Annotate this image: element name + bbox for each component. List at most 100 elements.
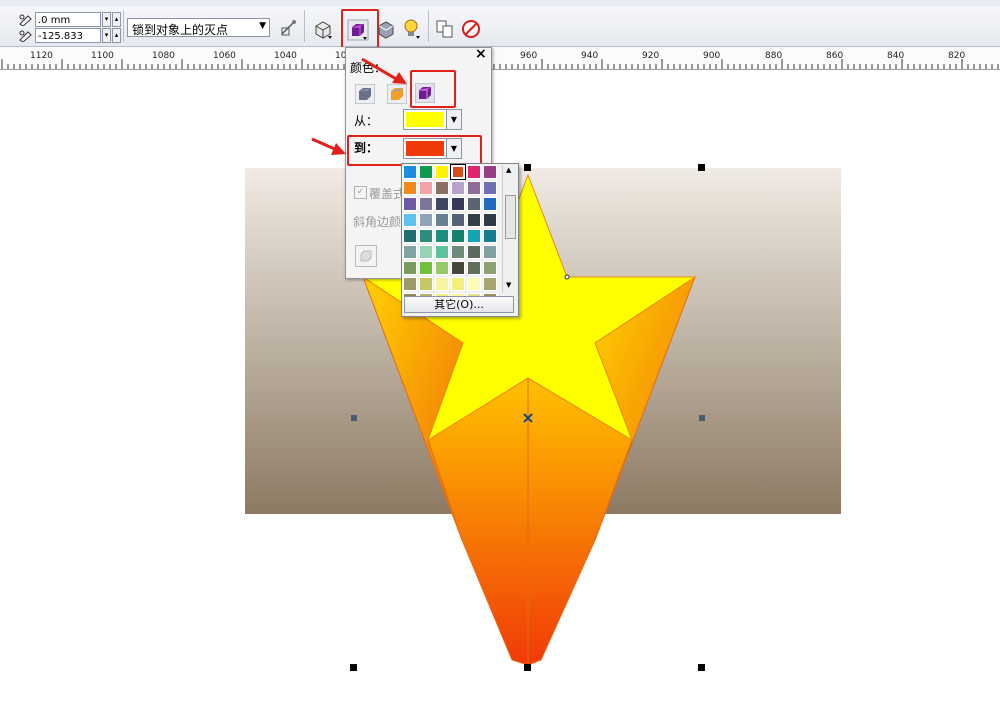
overlay-label: 覆盖式: [369, 187, 406, 201]
vanishing-point-select[interactable]: 锁到对象上的灭点 ▼: [127, 18, 270, 37]
color-swatch[interactable]: [467, 213, 481, 227]
ruler-label: 940: [581, 51, 599, 61]
color-swatch[interactable]: [435, 277, 449, 291]
y-position-input[interactable]: -125.833 mm: [35, 28, 101, 57]
ruler-label: 960: [520, 51, 538, 61]
color-swatch[interactable]: [483, 277, 497, 291]
chevron-down-icon: ▼: [259, 21, 266, 31]
vanishing-point-select-label: 锁到对象上的灭点: [132, 23, 229, 37]
from-color-picker[interactable]: ▼: [403, 109, 462, 130]
lighting-icon[interactable]: [402, 18, 422, 40]
color-swatch[interactable]: [419, 277, 433, 291]
color-swatch[interactable]: [403, 277, 417, 291]
scroll-down-icon[interactable]: ▼: [506, 281, 511, 289]
color-title: 颜色：: [350, 61, 387, 75]
color-swatch[interactable]: [419, 197, 433, 211]
color-swatch[interactable]: [403, 245, 417, 259]
color-swatch[interactable]: [483, 165, 497, 179]
color-swatch[interactable]: [467, 277, 481, 291]
scroll-thumb[interactable]: [505, 195, 516, 239]
extrude-color-icon[interactable]: [347, 19, 369, 41]
toolbar-divider: [304, 10, 305, 42]
bevel-color-button[interactable]: [355, 245, 377, 267]
color-swatch[interactable]: [483, 197, 497, 211]
color-swatch[interactable]: [451, 277, 465, 291]
color-swatch[interactable]: [419, 165, 433, 179]
x-position-input[interactable]: .0 mm: [35, 12, 101, 27]
color-swatch[interactable]: [451, 213, 465, 227]
palette-scrollbar[interactable]: ▲ ▼: [502, 165, 517, 293]
color-swatch[interactable]: [483, 213, 497, 227]
selection-handle[interactable]: [350, 664, 357, 671]
color-swatch[interactable]: [483, 181, 497, 195]
color-swatch[interactable]: [451, 245, 465, 259]
horizontal-ruler[interactable]: 1120 1100 1080 1060 1040 10 960 940 920 …: [0, 47, 1000, 70]
y-spin-button[interactable]: ▾: [102, 28, 111, 43]
swatch-grid: [403, 164, 501, 307]
color-swatch[interactable]: [451, 229, 465, 243]
selection-handle[interactable]: [698, 664, 705, 671]
color-swatch[interactable]: [435, 229, 449, 243]
color-swatch[interactable]: [451, 261, 465, 275]
shade-icon[interactable]: [387, 84, 407, 104]
color-swatch[interactable]: [435, 245, 449, 259]
to-color-picker[interactable]: ▼: [403, 138, 462, 159]
x-step-button[interactable]: ▴: [112, 12, 121, 27]
extrude-rotate-icon[interactable]: [313, 19, 333, 39]
share-vanish-point-icon[interactable]: [279, 18, 299, 38]
close-icon[interactable]: ×: [475, 46, 487, 62]
solid-fill-icon[interactable]: [355, 84, 375, 104]
overlay-checkbox[interactable]: ✓: [354, 186, 367, 199]
color-swatch[interactable]: [467, 197, 481, 211]
property-bar: .0 mm ▾ ▴ -125.833 mm ▾ ▴ 锁到对象上的灭点 ▼: [0, 6, 1000, 57]
selection-handle[interactable]: [698, 164, 705, 171]
color-swatch[interactable]: [483, 245, 497, 259]
ruler-label: 900: [703, 51, 721, 61]
color-swatch[interactable]: [419, 181, 433, 195]
color-swatch[interactable]: [435, 213, 449, 227]
color-swatch[interactable]: [467, 165, 481, 179]
color-swatch[interactable]: [403, 213, 417, 227]
copy-properties-icon[interactable]: [435, 19, 455, 39]
other-colors-button[interactable]: 其它(O)...: [404, 296, 514, 313]
color-swatch[interactable]: [467, 229, 481, 243]
ruler-ticks: [1, 59, 999, 69]
selection-handle[interactable]: [524, 664, 531, 671]
scroll-up-icon[interactable]: ▲: [506, 166, 511, 174]
color-swatch[interactable]: [467, 181, 481, 195]
color-swatch[interactable]: [419, 245, 433, 259]
x-spin-button[interactable]: ▾: [102, 12, 111, 27]
color-swatch[interactable]: [451, 197, 465, 211]
color-swatch[interactable]: [403, 165, 417, 179]
color-swatch[interactable]: [435, 181, 449, 195]
color-swatch[interactable]: [419, 229, 433, 243]
ruler-label: 820: [948, 51, 966, 61]
color-swatch[interactable]: [483, 261, 497, 275]
clear-extrude-icon[interactable]: [461, 19, 481, 39]
node-handle[interactable]: [564, 274, 570, 280]
color-swatch[interactable]: [467, 261, 481, 275]
color-swatch[interactable]: [403, 261, 417, 275]
color-swatch[interactable]: [419, 213, 433, 227]
color-swatch[interactable]: [467, 245, 481, 259]
color-swatch[interactable]: [435, 165, 449, 179]
color-swatch[interactable]: [483, 229, 497, 243]
color-swatch[interactable]: [419, 261, 433, 275]
gradient-shade-icon[interactable]: [415, 83, 435, 103]
y-step-button[interactable]: ▴: [112, 28, 121, 43]
color-swatch[interactable]: [451, 181, 465, 195]
ruler-label: 1060: [213, 51, 236, 61]
selection-handle[interactable]: [524, 164, 531, 171]
selection-handle[interactable]: [699, 415, 705, 421]
ruler-label: 1080: [152, 51, 175, 61]
color-swatch[interactable]: [435, 261, 449, 275]
extrude-bevel-icon[interactable]: [376, 19, 396, 39]
color-swatch[interactable]: [450, 164, 466, 180]
chevron-down-icon: ▼: [446, 110, 461, 129]
color-swatch[interactable]: [403, 197, 417, 211]
color-swatch[interactable]: [435, 197, 449, 211]
color-swatch[interactable]: [403, 181, 417, 195]
to-label: 到：: [354, 141, 379, 155]
color-swatch[interactable]: [403, 229, 417, 243]
selection-handle[interactable]: [351, 415, 357, 421]
